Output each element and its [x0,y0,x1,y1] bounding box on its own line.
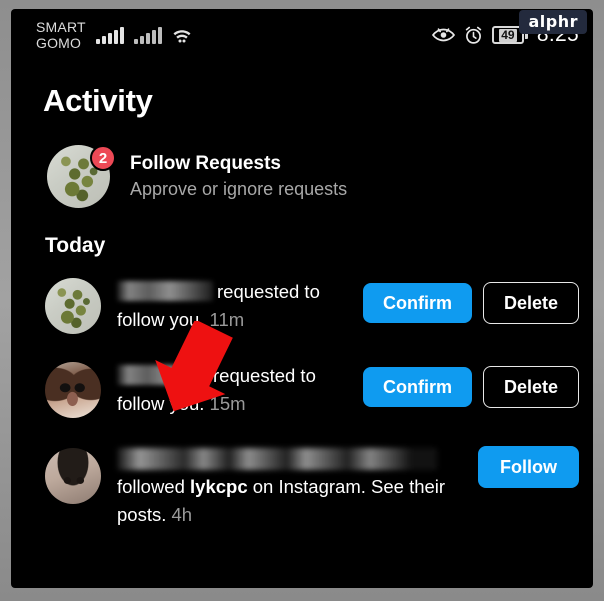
activity-row-actions: Confirm Delete [362,276,579,324]
activity-row-text: requested to follow you. 15m [117,362,347,418]
confirm-button[interactable]: Confirm [362,283,472,323]
activity-row-text: followed lykcpc on Instagram. See their … [117,473,462,529]
blurred-username [117,281,213,301]
confirm-button[interactable]: Confirm [362,367,472,407]
activity-row-prefix: followed [117,476,191,497]
phone-screen: alphr SMART GOMO 49 8:25 Activity 2 Foll… [11,9,593,588]
alarm-clock-icon [464,26,483,45]
carrier-line-1: SMART [36,19,86,35]
person-avatar[interactable] [45,448,101,504]
alphr-watermark: alphr [519,10,587,34]
cellular-signal-icon [95,26,124,44]
carrier-label: SMART GOMO [36,19,86,51]
activity-row-body: requested to follow you. 11m [117,276,347,334]
follow-requests-subtitle: Approve or ignore requests [130,179,348,199]
blurred-username [117,365,209,385]
activity-row[interactable]: requested to follow you. 11m Confirm Del… [11,258,593,334]
follow-requests-avatar[interactable]: 2 [47,145,116,208]
plant-avatar[interactable] [45,278,101,334]
page-title: Activity [43,83,153,118]
eye-comfort-icon [431,26,455,44]
follow-requests-text: Follow Requests Approve or ignore reques… [130,153,347,200]
status-bar: SMART GOMO 49 8:25 [11,9,593,61]
activity-row-time: 4h [171,504,193,525]
dog-avatar[interactable] [45,362,101,418]
activity-row-body: followed lykcpc on Instagram. See their … [117,446,462,529]
follow-requests-entry[interactable]: 2 Follow Requests Approve or ignore requ… [11,119,593,208]
activity-row[interactable]: followed lykcpc on Instagram. See their … [11,418,593,529]
activity-row-text: requested to follow you. 11m [117,278,347,334]
status-bar-left: SMART GOMO [36,19,192,51]
mentioned-username: lykcpc [190,476,248,497]
activity-row-actions: Follow [478,446,579,488]
blurred-usernames [117,448,437,470]
activity-row-body: requested to follow you. 15m [117,360,347,418]
carrier-line-2: GOMO [36,35,82,51]
cellular-signal-secondary-icon [133,26,162,44]
follow-button[interactable]: Follow [478,446,579,488]
delete-button[interactable]: Delete [482,282,579,324]
device-frame: alphr SMART GOMO 49 8:25 Activity 2 Foll… [0,0,604,601]
activity-row[interactable]: requested to follow you. 15m Confirm Del… [11,334,593,418]
activity-row-actions: Confirm Delete [362,360,579,408]
follow-requests-title: Follow Requests [130,153,281,174]
activity-row-time: 15m [209,393,246,414]
delete-button[interactable]: Delete [482,366,579,408]
follow-requests-badge: 2 [90,145,116,171]
wifi-icon [172,27,192,44]
battery-percent-label: 49 [499,27,517,42]
section-header-today: Today [45,234,106,257]
activity-row-time: 11m [209,309,245,330]
